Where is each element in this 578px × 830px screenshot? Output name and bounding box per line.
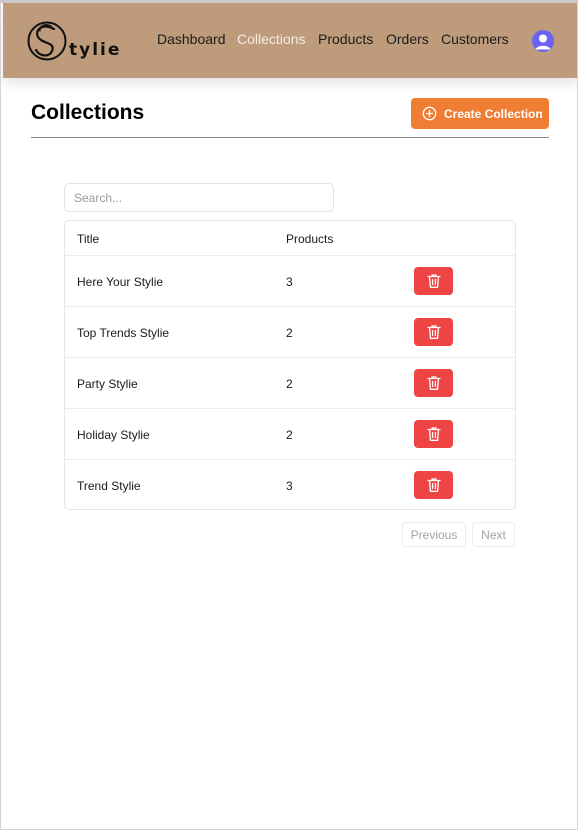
trash-icon <box>426 274 441 288</box>
collection-title: Holiday Stylie <box>77 428 150 442</box>
brand-logo[interactable]: tylie <box>27 17 119 65</box>
collection-product-count: 2 <box>286 428 293 442</box>
previous-page-button[interactable]: Previous <box>402 522 466 547</box>
trash-icon <box>426 427 441 441</box>
nav-customers[interactable]: Customers <box>441 31 509 47</box>
page-title: Collections <box>31 101 145 124</box>
create-collection-label: Create Collection <box>444 106 543 121</box>
column-header-title: Title <box>77 232 100 246</box>
trash-icon <box>426 376 441 390</box>
nav-products[interactable]: Products <box>318 31 373 47</box>
user-avatar-icon[interactable] <box>532 30 554 52</box>
title-divider <box>31 137 549 138</box>
delete-button[interactable] <box>414 369 453 397</box>
column-header-products: Products <box>286 232 334 246</box>
table-row: Here Your Stylie 3 <box>65 256 515 307</box>
collection-title: Top Trends Stylie <box>77 326 170 340</box>
delete-button[interactable] <box>414 471 453 499</box>
trash-icon <box>426 325 441 339</box>
search-input[interactable] <box>64 183 334 212</box>
brand-logo-text: tylie <box>69 40 122 60</box>
collection-product-count: 2 <box>286 377 293 391</box>
table-header: Title Products <box>65 221 515 256</box>
top-navbar: tylie Dashboard Collections Products Ord… <box>3 3 577 78</box>
table-row: Party Stylie 2 <box>65 358 515 409</box>
app-window: tylie Dashboard Collections Products Ord… <box>0 0 578 830</box>
table-row: Holiday Stylie 2 <box>65 409 515 460</box>
delete-button[interactable] <box>414 420 453 448</box>
plus-circle-icon <box>422 106 437 121</box>
create-collection-button[interactable]: Create Collection <box>411 98 549 129</box>
nav-dashboard[interactable]: Dashboard <box>157 31 226 47</box>
trash-icon <box>426 478 441 492</box>
collection-title: Trend Stylie <box>77 479 141 493</box>
table-row: Top Trends Stylie 2 <box>65 307 515 358</box>
collection-product-count: 3 <box>286 479 293 493</box>
delete-button[interactable] <box>414 318 453 346</box>
person-icon <box>535 34 551 50</box>
table-row: Trend Stylie 3 <box>65 460 515 509</box>
collection-title: Party Stylie <box>77 377 138 391</box>
collection-title: Here Your Stylie <box>77 275 164 289</box>
collection-product-count: 2 <box>286 326 293 340</box>
next-page-button[interactable]: Next <box>472 522 515 547</box>
nav-orders[interactable]: Orders <box>386 31 429 47</box>
collection-product-count: 3 <box>286 275 293 289</box>
collections-table: Title Products Here Your Stylie 3 Top Tr… <box>64 220 516 510</box>
delete-button[interactable] <box>414 267 453 295</box>
s-swirl-logo-icon <box>27 21 67 61</box>
nav-collections[interactable]: Collections <box>237 31 305 47</box>
